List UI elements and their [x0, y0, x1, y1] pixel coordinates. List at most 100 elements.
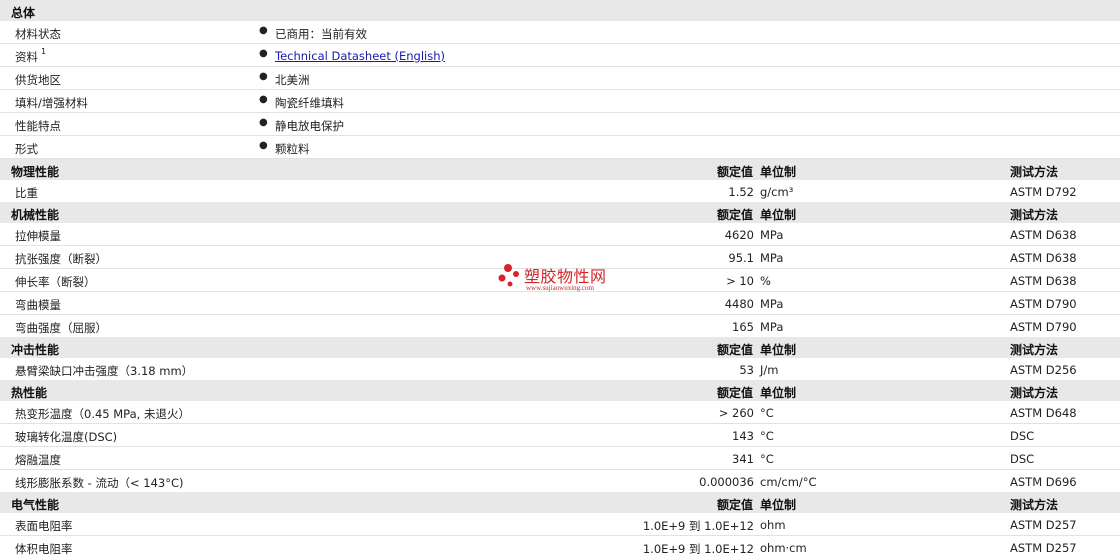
unit-header: 单位制: [760, 343, 797, 357]
general-row-status: 材料状态 ● 已商用：当前有效: [0, 21, 1120, 44]
footnote-marker: 1: [41, 47, 47, 56]
general-row-filler: 填料/增强材料 ● 陶瓷纤维填料: [0, 90, 1120, 113]
section-header-thermal: 热性能 额定值 单位制 测试方法: [0, 380, 1120, 401]
bullet-icon: ●: [259, 71, 268, 82]
property-label: 抗张强度（断裂）: [15, 252, 107, 266]
unit-header: 单位制: [760, 498, 797, 512]
property-row: 体积电阻率 1.0E+9 到 1.0E+12 ohm·cm ASTM D257: [0, 536, 1120, 558]
nominal-value: 4480: [724, 297, 754, 311]
unit-value: °C: [760, 452, 774, 466]
property-row: 熔融温度 341 °C DSC: [0, 447, 1120, 470]
unit-header: 单位制: [760, 208, 797, 222]
property-label: 表面电阻率: [15, 519, 73, 533]
general-row-availability: 供货地区 ● 北美洲: [0, 67, 1120, 90]
section-header-physical: 物理性能 额定值 单位制 测试方法: [0, 159, 1120, 180]
test-method-header: 测试方法: [1010, 343, 1059, 357]
logo-dots-icon: [498, 264, 519, 287]
section-title: 机械性能: [11, 208, 60, 222]
nominal-value: 53: [739, 363, 754, 377]
test-method: ASTM D638: [1010, 251, 1077, 265]
property-label: 弯曲强度（屈服）: [15, 321, 107, 335]
row-label: 资料 1: [15, 47, 47, 64]
test-method: DSC: [1010, 452, 1035, 466]
general-row-form: 形式 ● 颗粒料: [0, 136, 1120, 159]
nominal-value: 0.000036: [699, 475, 754, 489]
test-method: ASTM D257: [1010, 518, 1077, 532]
row-value: 陶瓷纤维填料: [275, 96, 344, 110]
nominal-header: 额定值: [716, 498, 753, 512]
section-title: 冲击性能: [11, 343, 60, 357]
section-title: 电气性能: [11, 498, 60, 512]
property-row: 拉伸模量 4620 MPa ASTM D638: [0, 223, 1120, 246]
property-row: 弯曲强度（屈服） 165 MPa ASTM D790: [0, 315, 1120, 338]
datasheet-table: 总体 材料状态 ● 已商用：当前有效 资料 1 ● Technical Datas…: [0, 0, 1120, 558]
unit-header: 单位制: [760, 386, 797, 400]
nominal-value: 165: [732, 320, 754, 334]
section-header-electrical: 电气性能 额定值 单位制 测试方法: [0, 492, 1120, 513]
test-method: DSC: [1010, 429, 1035, 443]
row-label: 形式: [15, 142, 38, 156]
section-title: 物理性能: [11, 165, 60, 179]
property-row: 线形膨胀系数 - 流动（< 143°C) 0.000036 cm/cm/°C A…: [0, 470, 1120, 493]
nominal-header: 额定值: [716, 343, 753, 357]
nominal-value: > 10: [726, 274, 754, 288]
section-title: 热性能: [11, 386, 48, 400]
nominal-header: 额定值: [716, 165, 753, 179]
bullet-icon: ●: [259, 94, 268, 105]
unit-value: MPa: [760, 228, 784, 242]
property-row: 玻璃转化温度(DSC) 143 °C DSC: [0, 424, 1120, 447]
property-row: 比重 1.52 g/cm³ ASTM D792: [0, 180, 1120, 203]
test-method: ASTM D257: [1010, 541, 1077, 555]
unit-value: MPa: [760, 297, 784, 311]
row-label: 供货地区: [15, 73, 61, 87]
general-row-documents: 资料 1 ● Technical Datasheet (English): [0, 44, 1120, 67]
unit-value: °C: [760, 429, 774, 443]
section-header-general: 总体: [0, 0, 1120, 21]
nominal-value: 95.1: [728, 251, 754, 265]
nominal-value: 1.0E+9 到 1.0E+12: [642, 542, 754, 556]
section-header-mechanical: 机械性能 额定值 单位制 测试方法: [0, 202, 1120, 223]
unit-value: ohm·cm: [760, 541, 807, 555]
unit-value: MPa: [760, 251, 784, 265]
row-value: 已商用：当前有效: [275, 27, 367, 41]
nominal-value: > 260: [718, 406, 754, 420]
unit-value: %: [760, 274, 771, 288]
nominal-header: 额定值: [716, 386, 753, 400]
bullet-icon: ●: [259, 48, 268, 59]
unit-value: cm/cm/°C: [760, 475, 817, 489]
watermark-url: www.sujiaowuxing.com: [526, 284, 594, 292]
property-row: 悬臂梁缺口冲击强度（3.18 mm） 53 J/m ASTM D256: [0, 358, 1120, 381]
bullet-icon: ●: [259, 25, 268, 36]
datasheet-link[interactable]: Technical Datasheet (English): [275, 49, 445, 63]
test-method: ASTM D638: [1010, 274, 1077, 288]
test-method: ASTM D256: [1010, 363, 1077, 377]
property-label: 热变形温度（0.45 MPa, 未退火）: [15, 407, 190, 421]
unit-value: ohm: [760, 518, 786, 532]
row-label: 材料状态: [15, 27, 61, 41]
row-value: 静电放电保护: [275, 119, 344, 133]
section-header-impact: 冲击性能 额定值 单位制 测试方法: [0, 337, 1120, 358]
nominal-value: 1.0E+9 到 1.0E+12: [642, 519, 754, 533]
property-label: 悬臂梁缺口冲击强度（3.18 mm）: [15, 364, 194, 378]
row-label: 填料/增强材料: [15, 96, 88, 110]
test-method: ASTM D638: [1010, 228, 1077, 242]
test-method-header: 测试方法: [1010, 498, 1059, 512]
property-label: 线形膨胀系数 - 流动（< 143°C): [15, 476, 184, 490]
unit-header: 单位制: [760, 165, 797, 179]
property-label: 比重: [15, 186, 38, 200]
unit-value: °C: [760, 406, 774, 420]
property-label: 体积电阻率: [15, 542, 73, 556]
section-title: 总体: [11, 6, 36, 20]
bullet-icon: ●: [259, 117, 268, 128]
row-value: 颗粒料: [275, 142, 310, 156]
property-row: 热变形温度（0.45 MPa, 未退火） > 260 °C ASTM D648: [0, 401, 1120, 424]
test-method: ASTM D790: [1010, 297, 1077, 311]
test-method-header: 测试方法: [1010, 386, 1059, 400]
nominal-value: 341: [732, 452, 754, 466]
property-label: 玻璃转化温度(DSC): [15, 430, 118, 444]
property-row: 表面电阻率 1.0E+9 到 1.0E+12 ohm ASTM D257: [0, 513, 1120, 536]
general-row-features: 性能特点 ● 静电放电保护: [0, 113, 1120, 136]
test-method: ASTM D648: [1010, 406, 1077, 420]
property-label: 弯曲模量: [15, 298, 61, 312]
row-value: 北美洲: [275, 73, 310, 87]
